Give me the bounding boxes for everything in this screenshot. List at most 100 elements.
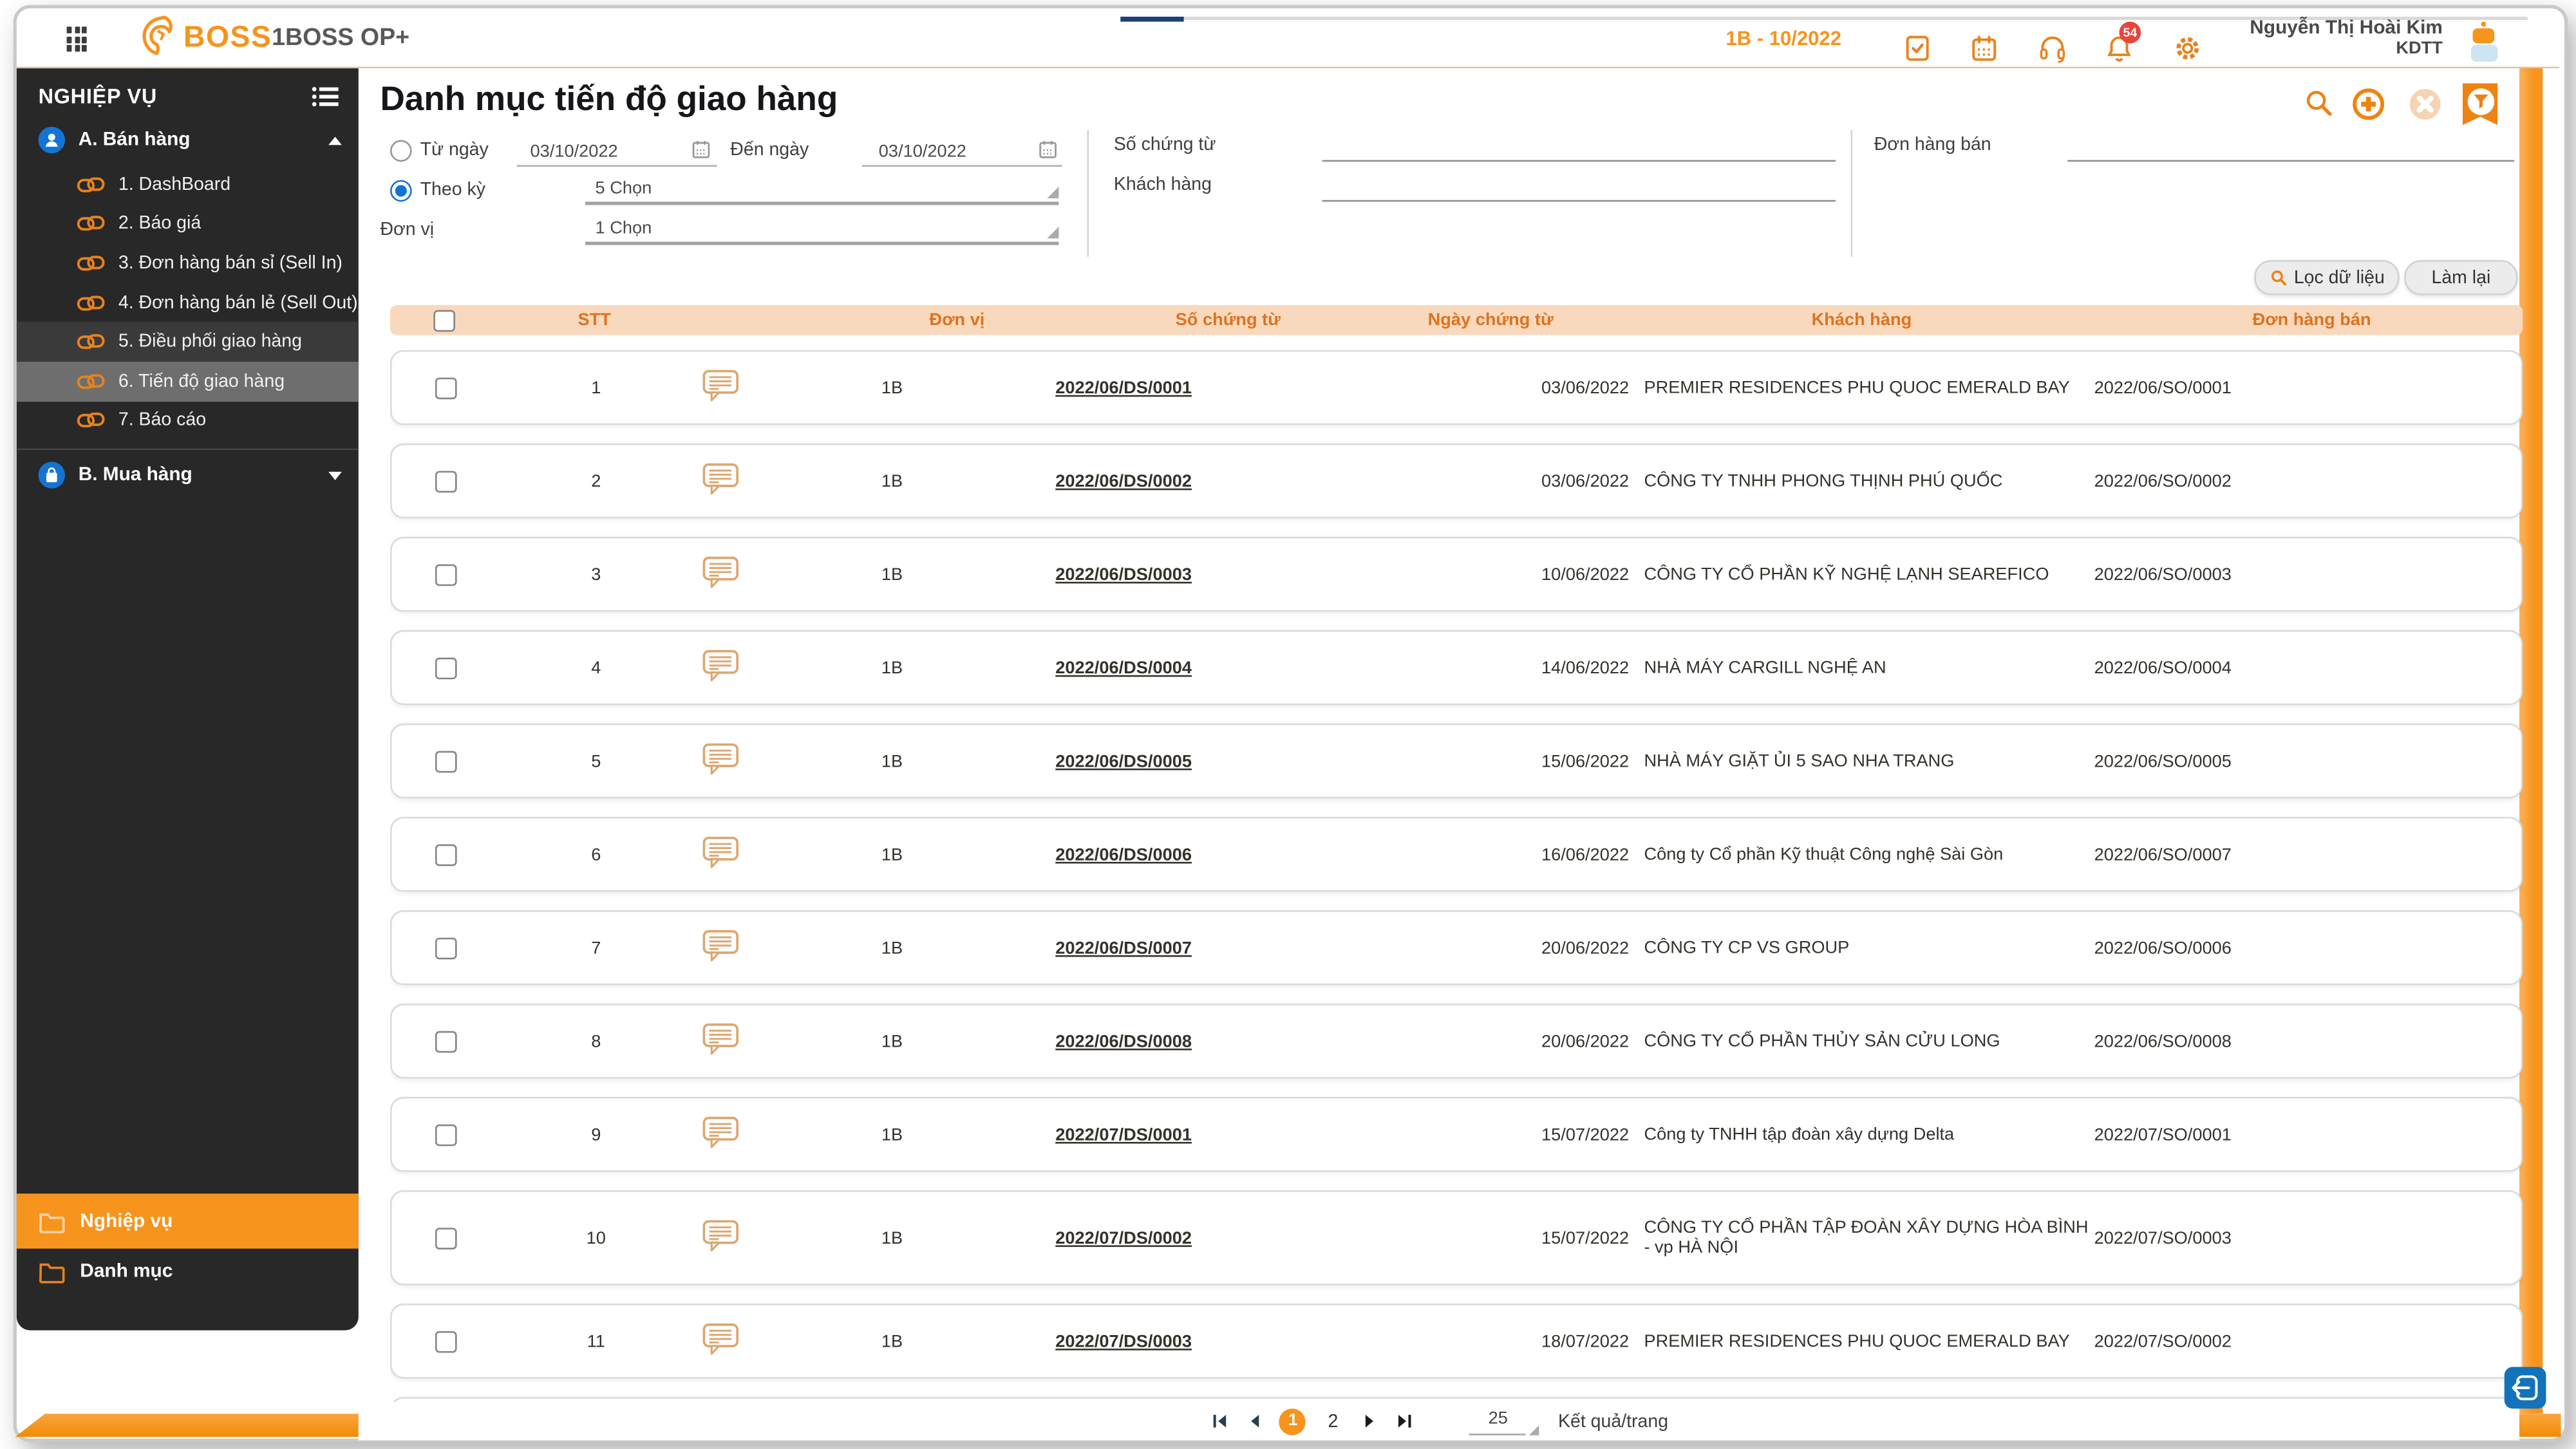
customer-input[interactable] <box>1322 173 1836 201</box>
next-page-icon[interactable] <box>1360 1411 1380 1431</box>
comment-bubble-icon[interactable] <box>702 1116 740 1154</box>
col-date[interactable]: Ngày chứng từ <box>1391 310 1591 330</box>
avatar[interactable] <box>2468 22 2501 64</box>
page-number-1[interactable]: 1 <box>1280 1408 1306 1434</box>
row-checkbox[interactable] <box>435 470 457 492</box>
sidebar-item[interactable]: 5. Điều phối giao hàng <box>17 323 359 362</box>
folder-icon <box>39 1210 65 1233</box>
comment-bubble-icon[interactable] <box>702 462 740 500</box>
prev-page-icon[interactable] <box>1245 1411 1264 1431</box>
table-row[interactable]: 7 1B 2022/06/DS/0007 20/06/2022 CÔNG TY … <box>390 910 2523 986</box>
row-doc-link[interactable]: 2022/07/DS/0002 <box>1055 1228 1192 1248</box>
sidebar-item[interactable]: 7. Báo cáo <box>17 401 359 440</box>
add-icon[interactable] <box>2351 87 2385 122</box>
calendar-icon[interactable] <box>1969 33 1999 64</box>
table-row[interactable]: 1 1B 2022/06/DS/0001 03/06/2022 PREMIER … <box>390 350 2523 425</box>
row-checkbox[interactable] <box>435 843 457 865</box>
row-doc-link[interactable]: 2022/06/DS/0001 <box>1055 378 1192 398</box>
comment-bubble-icon[interactable] <box>702 555 740 594</box>
page-size-select[interactable]: 25 <box>1470 1408 1527 1434</box>
comment-bubble-icon[interactable] <box>702 835 740 874</box>
sidebar-tab-nghiep-vu[interactable]: Nghiệp vụ <box>17 1193 359 1248</box>
row-checkbox[interactable] <box>435 750 457 772</box>
table-row[interactable]: 9 1B 2022/07/DS/0001 15/07/2022 Công ty … <box>390 1097 2523 1172</box>
row-checkbox[interactable] <box>435 1030 457 1052</box>
row-checkbox[interactable] <box>435 377 457 398</box>
period-select[interactable] <box>585 172 1058 205</box>
comment-bubble-icon[interactable] <box>702 1322 740 1361</box>
row-doc-link[interactable]: 2022/06/DS/0008 <box>1055 1031 1192 1051</box>
unit-select[interactable] <box>585 212 1058 245</box>
select-all-checkbox[interactable] <box>433 310 455 332</box>
app-launcher-icon[interactable] <box>67 26 95 51</box>
row-doc-link[interactable]: 2022/06/DS/0003 <box>1055 565 1192 584</box>
filter-data-button[interactable]: Lọc dữ liệu <box>2254 260 2399 295</box>
table-row[interactable]: 3 1B 2022/06/DS/0003 10/06/2022 CÔNG TY … <box>390 537 2523 612</box>
row-checkbox[interactable] <box>435 657 457 678</box>
headset-icon[interactable] <box>2038 33 2068 64</box>
from-date-radio[interactable] <box>390 140 412 162</box>
settings-gear-icon[interactable] <box>2172 33 2203 64</box>
col-doc[interactable]: Số chứng từ <box>1149 310 1307 330</box>
sidebar-item[interactable]: 3. Đơn hàng bán sỉ (Sell In) <box>17 244 359 283</box>
row-doc-link[interactable]: 2022/06/DS/0007 <box>1055 938 1192 958</box>
comment-bubble-icon[interactable] <box>702 928 740 967</box>
sidebar-item[interactable]: 2. Báo giá <box>17 204 359 243</box>
first-page-icon[interactable] <box>1210 1411 1230 1431</box>
row-checkbox[interactable] <box>435 937 457 958</box>
sidebar-item[interactable]: 6. Tiến độ giao hàng <box>17 362 359 401</box>
comment-bubble-icon[interactable] <box>702 368 740 407</box>
sidebar-tab-danh-muc[interactable]: Danh mục <box>17 1249 359 1294</box>
sidebar-collapse-icon[interactable] <box>312 87 338 107</box>
table-row[interactable]: 4 1B 2022/06/DS/0004 14/06/2022 NHÀ MÁY … <box>390 630 2523 706</box>
page-number-2[interactable]: 2 <box>1321 1411 1344 1431</box>
calendar-picker-icon[interactable] <box>690 138 712 160</box>
filter-divider <box>1087 130 1089 257</box>
exit-button[interactable] <box>2505 1367 2546 1409</box>
comment-bubble-icon[interactable] <box>702 1219 740 1257</box>
table-row[interactable]: 2 1B 2022/06/DS/0002 03/06/2022 CÔNG TY … <box>390 444 2523 519</box>
row-doc-link[interactable]: 2022/06/DS/0005 <box>1055 751 1192 771</box>
col-order[interactable]: Đơn hàng bán <box>2208 310 2416 330</box>
table-row[interactable]: 11 1B 2022/07/DS/0003 18/07/2022 PREMIER… <box>390 1304 2523 1379</box>
table-row[interactable]: 6 1B 2022/06/DS/0006 16/06/2022 Công ty … <box>390 817 2523 892</box>
row-order: 2022/07/SO/0003 <box>2094 1228 2232 1248</box>
col-unit[interactable]: Đơn vị <box>907 310 1007 330</box>
table-row[interactable]: 8 1B 2022/06/DS/0008 20/06/2022 CÔNG TY … <box>390 1004 2523 1079</box>
comment-bubble-icon[interactable] <box>702 1022 740 1060</box>
sales-order-input[interactable] <box>2067 133 2514 162</box>
table-row[interactable]: 10 1B 2022/07/DS/0002 15/07/2022 CÔNG TY… <box>390 1190 2523 1285</box>
close-icon[interactable] <box>2408 87 2443 122</box>
row-doc-link[interactable]: 2022/06/DS/0004 <box>1055 658 1192 678</box>
row-checkbox[interactable] <box>435 563 457 585</box>
calendar-picker-icon[interactable] <box>1037 138 1059 160</box>
sidebar-section-mua-hang[interactable]: B. Mua hàng <box>17 451 359 501</box>
user-menu[interactable]: Nguyễn Thị Hoài Kim KDTT <box>2250 18 2443 58</box>
table-row[interactable]: 5 1B 2022/06/DS/0005 15/06/2022 NHÀ MÁY … <box>390 724 2523 799</box>
right-scrollbar[interactable] <box>2519 17 2543 1414</box>
doc-number-input[interactable] <box>1322 133 1836 162</box>
col-customer[interactable]: Khách hàng <box>1758 310 1966 330</box>
top-scroll-thumb[interactable] <box>1120 17 1183 22</box>
period-radio[interactable] <box>390 180 412 202</box>
comment-bubble-icon[interactable] <box>702 742 740 780</box>
col-stt[interactable]: STT <box>549 310 640 330</box>
tasks-icon[interactable] <box>1903 33 1933 64</box>
row-stt: 8 <box>550 1031 642 1051</box>
sidebar-section-ban-hang[interactable]: A. Bán hàng <box>17 115 359 165</box>
comment-bubble-icon[interactable] <box>702 648 740 687</box>
reset-button[interactable]: Làm lại <box>2404 260 2517 295</box>
row-doc-link[interactable]: 2022/06/DS/0006 <box>1055 845 1192 865</box>
row-doc-link[interactable]: 2022/07/DS/0001 <box>1055 1125 1192 1145</box>
filter-data-label: Lọc dữ liệu <box>2294 268 2385 288</box>
last-page-icon[interactable] <box>1395 1411 1415 1431</box>
sidebar-item[interactable]: 4. Đơn hàng bán lẻ (Sell Out) <box>17 283 359 323</box>
row-checkbox[interactable] <box>435 1227 457 1249</box>
sidebar-item[interactable]: 1. DashBoard <box>17 165 359 204</box>
period-selector[interactable]: 1B - 10/2022 <box>1725 26 1841 50</box>
row-doc-link[interactable]: 2022/07/DS/0003 <box>1055 1331 1192 1351</box>
row-doc-link[interactable]: 2022/06/DS/0002 <box>1055 471 1192 491</box>
row-checkbox[interactable] <box>435 1331 457 1352</box>
search-icon[interactable] <box>2302 87 2334 118</box>
row-checkbox[interactable] <box>435 1123 457 1145</box>
